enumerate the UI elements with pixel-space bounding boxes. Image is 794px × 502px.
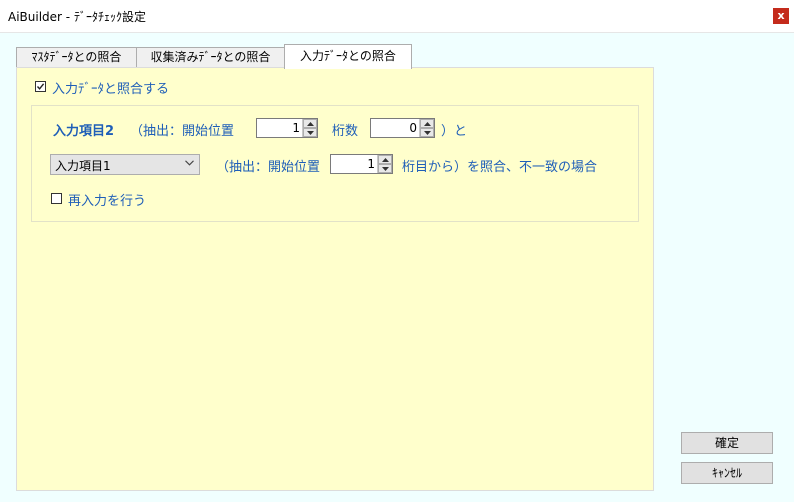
- arrow-up-icon: [382, 158, 389, 162]
- tab-collected-data[interactable]: 収集済みﾃﾞｰﾀとの照合: [136, 47, 285, 68]
- match-input-checkbox[interactable]: [35, 81, 46, 92]
- spin-up-button[interactable]: [420, 119, 434, 128]
- cancel-button[interactable]: ｷｬﾝｾﾙ: [681, 462, 773, 484]
- spin-down-button[interactable]: [378, 164, 392, 173]
- row1-digits-spinner[interactable]: [419, 119, 434, 137]
- arrow-down-icon: [307, 131, 314, 135]
- row2-start-spinner[interactable]: [377, 155, 392, 173]
- reinput-checkbox[interactable]: [51, 193, 62, 204]
- arrow-down-icon: [424, 131, 431, 135]
- tab-master-data[interactable]: ﾏｽﾀﾃﾞｰﾀとの照合: [16, 47, 137, 68]
- row2-start-position-input[interactable]: 1: [330, 154, 393, 174]
- row2-extract-start-label: （抽出：開始位置: [216, 160, 321, 175]
- arrow-up-icon: [307, 122, 314, 126]
- row1-digits-input[interactable]: 0: [370, 118, 435, 138]
- compare-item-select[interactable]: 入力項目1: [50, 154, 200, 175]
- compare-item-selected: 入力項目1: [55, 159, 111, 173]
- spin-down-button[interactable]: [420, 128, 434, 137]
- confirm-button[interactable]: 確定: [681, 432, 773, 454]
- row1-start-spinner[interactable]: [302, 119, 317, 137]
- spin-up-button[interactable]: [303, 119, 317, 128]
- row1-suffix-label: ）と: [441, 124, 468, 139]
- row1-extract-start-label: （抽出：開始位置: [130, 124, 235, 139]
- chevron-down-icon: [185, 160, 194, 166]
- row1-start-position-input[interactable]: 1: [256, 118, 318, 138]
- spin-up-button[interactable]: [378, 155, 392, 164]
- window-title: AiBuilder - ﾃﾞｰﾀﾁｪｯｸ設定: [8, 10, 146, 24]
- row1-digits-label: 桁数: [332, 124, 359, 139]
- row1-item-label: 入力項目2: [53, 124, 115, 139]
- close-button[interactable]: x: [773, 8, 789, 24]
- spin-down-button[interactable]: [303, 128, 317, 137]
- checkmark-icon: [36, 83, 45, 90]
- row2-start-value: 1: [367, 157, 375, 171]
- tab-input-data[interactable]: 入力ﾃﾞｰﾀとの照合: [284, 44, 412, 69]
- arrow-up-icon: [424, 122, 431, 126]
- row1-digits-value: 0: [409, 121, 417, 135]
- arrow-down-icon: [382, 167, 389, 171]
- input-data-panel: 入力ﾃﾞｰﾀと照合する 入力項目2 （抽出：開始位置 1 桁数 0 ）と 入力項…: [16, 67, 654, 491]
- row2-suffix-label: 桁目から）を照合、不一致の場合: [402, 160, 598, 175]
- title-bar: AiBuilder - ﾃﾞｰﾀﾁｪｯｸ設定 x: [0, 0, 794, 33]
- row1-start-value: 1: [292, 121, 300, 135]
- match-input-label: 入力ﾃﾞｰﾀと照合する: [52, 82, 170, 97]
- reinput-label: 再入力を行う: [68, 194, 147, 209]
